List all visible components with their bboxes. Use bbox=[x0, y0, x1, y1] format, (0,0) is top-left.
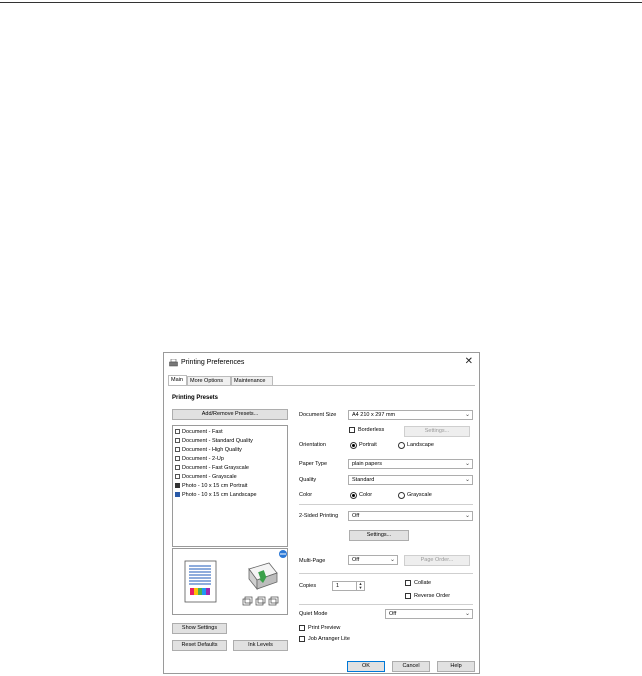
landscape-label: Landscape bbox=[407, 442, 434, 448]
document-icon bbox=[175, 429, 180, 434]
tab-divider bbox=[168, 385, 475, 386]
document-icon bbox=[175, 447, 180, 452]
list-item[interactable]: Photo - 10 x 15 cm Portrait bbox=[175, 483, 247, 490]
copies-stepper[interactable]: 1 ▲ ▼ bbox=[332, 581, 365, 591]
divider bbox=[299, 573, 473, 574]
quality-select[interactable]: Standard ⌄ bbox=[348, 475, 473, 485]
help-button[interactable]: Help bbox=[437, 661, 475, 672]
chevron-down-icon: ⌄ bbox=[464, 461, 470, 467]
sheet-icons bbox=[242, 596, 279, 606]
chevron-down-icon: ⌄ bbox=[464, 412, 470, 418]
tab-main[interactable]: Main bbox=[168, 375, 187, 385]
color-label: Color bbox=[299, 492, 313, 498]
title-bar: Printing Preferences ✕ bbox=[164, 353, 479, 373]
quiet-mode-select[interactable]: Off ⌄ bbox=[385, 609, 473, 619]
list-item[interactable]: Document - Grayscale bbox=[175, 474, 237, 481]
copies-label: Copies bbox=[299, 583, 317, 589]
list-item[interactable]: Document - Fast bbox=[175, 429, 223, 436]
grayscale-radio[interactable] bbox=[398, 492, 405, 499]
ok-button[interactable]: OK bbox=[347, 661, 385, 672]
document-icon bbox=[175, 465, 180, 470]
borderless-settings-button[interactable]: Settings... bbox=[404, 426, 470, 437]
chevron-down-icon: ⌄ bbox=[464, 477, 470, 483]
close-icon[interactable]: ✕ bbox=[465, 357, 473, 367]
orientation-label: Orientation bbox=[299, 442, 326, 448]
color-radio[interactable] bbox=[350, 492, 357, 499]
list-item[interactable]: Document - 2-Up bbox=[175, 456, 224, 463]
add-remove-presets-button[interactable]: Add/Remove Presets... bbox=[172, 409, 288, 420]
presets-list[interactable]: Document - Fast Document - Standard Qual… bbox=[172, 425, 288, 547]
color-option-label: Color bbox=[359, 492, 373, 498]
reset-defaults-button[interactable]: Reset Defaults bbox=[172, 640, 227, 651]
document-icon bbox=[175, 438, 180, 443]
list-item[interactable]: Photo - 10 x 15 cm Landscape bbox=[175, 492, 257, 499]
spin-arrows-icon[interactable]: ▲ ▼ bbox=[356, 582, 364, 590]
document-size-select[interactable]: A4 210 x 297 mm ⌄ bbox=[348, 410, 473, 420]
chevron-down-icon: ⌄ bbox=[389, 557, 395, 563]
window-title: Printing Preferences bbox=[181, 359, 245, 366]
two-up-icon bbox=[175, 456, 180, 461]
print-preview-checkbox[interactable] bbox=[299, 625, 305, 631]
quality-label: Quality bbox=[299, 477, 317, 483]
printing-presets-heading: Printing Presets bbox=[172, 395, 219, 401]
page-top-rule bbox=[0, 2, 642, 3]
preview-illustration bbox=[184, 550, 287, 606]
photo-icon bbox=[175, 483, 180, 488]
print-preview-label: Print Preview bbox=[308, 625, 341, 631]
chevron-down-icon: ⌄ bbox=[464, 611, 470, 617]
tab-maintenance[interactable]: Maintenance bbox=[231, 376, 273, 385]
document-size-label: Document Size bbox=[299, 412, 337, 418]
printer-icon bbox=[248, 562, 278, 591]
page-order-button[interactable]: Page Order... bbox=[404, 555, 470, 566]
landscape-radio[interactable] bbox=[398, 442, 405, 449]
multi-page-select[interactable]: Off ⌄ bbox=[348, 555, 398, 565]
print-preview-panel bbox=[172, 548, 288, 615]
paper-type-label: Paper Type bbox=[299, 461, 328, 467]
collate-checkbox[interactable] bbox=[405, 580, 411, 586]
photo-icon bbox=[175, 492, 180, 497]
divider bbox=[299, 604, 473, 605]
list-item[interactable]: Document - Fast Grayscale bbox=[175, 465, 249, 472]
ink-levels-button[interactable]: Ink Levels bbox=[233, 640, 288, 651]
chevron-down-icon: ⌄ bbox=[464, 513, 470, 519]
job-arranger-lite-label: Job Arranger Lite bbox=[308, 636, 350, 642]
paper-type-select[interactable]: plain papers ⌄ bbox=[348, 459, 473, 469]
list-item[interactable]: Document - Standard Quality bbox=[175, 438, 253, 445]
tab-more-options[interactable]: More Options bbox=[187, 376, 231, 385]
printing-preferences-dialog: Printing Preferences ✕ Main More Options… bbox=[163, 352, 480, 674]
job-arranger-lite-checkbox[interactable] bbox=[299, 636, 305, 642]
portrait-label: Portrait bbox=[359, 442, 377, 448]
divider bbox=[299, 504, 473, 505]
cancel-button[interactable]: Cancel bbox=[392, 661, 430, 672]
multi-page-label: Multi-Page bbox=[299, 558, 326, 564]
document-icon bbox=[175, 474, 180, 479]
list-item[interactable]: Document - High Quality bbox=[175, 447, 242, 454]
two-sided-settings-button[interactable]: Settings... bbox=[349, 530, 409, 541]
borderless-checkbox[interactable] bbox=[349, 427, 355, 433]
two-sided-printing-select[interactable]: Off ⌄ bbox=[348, 511, 473, 521]
two-sided-printing-label: 2-Sided Printing bbox=[299, 513, 339, 519]
portrait-radio[interactable] bbox=[350, 442, 357, 449]
reverse-order-checkbox[interactable] bbox=[405, 593, 411, 599]
quiet-mode-label: Quiet Mode bbox=[299, 611, 328, 617]
borderless-label: Borderless bbox=[358, 427, 385, 433]
reverse-order-label: Reverse Order bbox=[414, 593, 451, 599]
printer-icon bbox=[169, 359, 178, 367]
grayscale-label: Grayscale bbox=[407, 492, 432, 498]
show-settings-button[interactable]: Show Settings bbox=[172, 623, 227, 634]
collate-label: Collate bbox=[414, 580, 432, 586]
